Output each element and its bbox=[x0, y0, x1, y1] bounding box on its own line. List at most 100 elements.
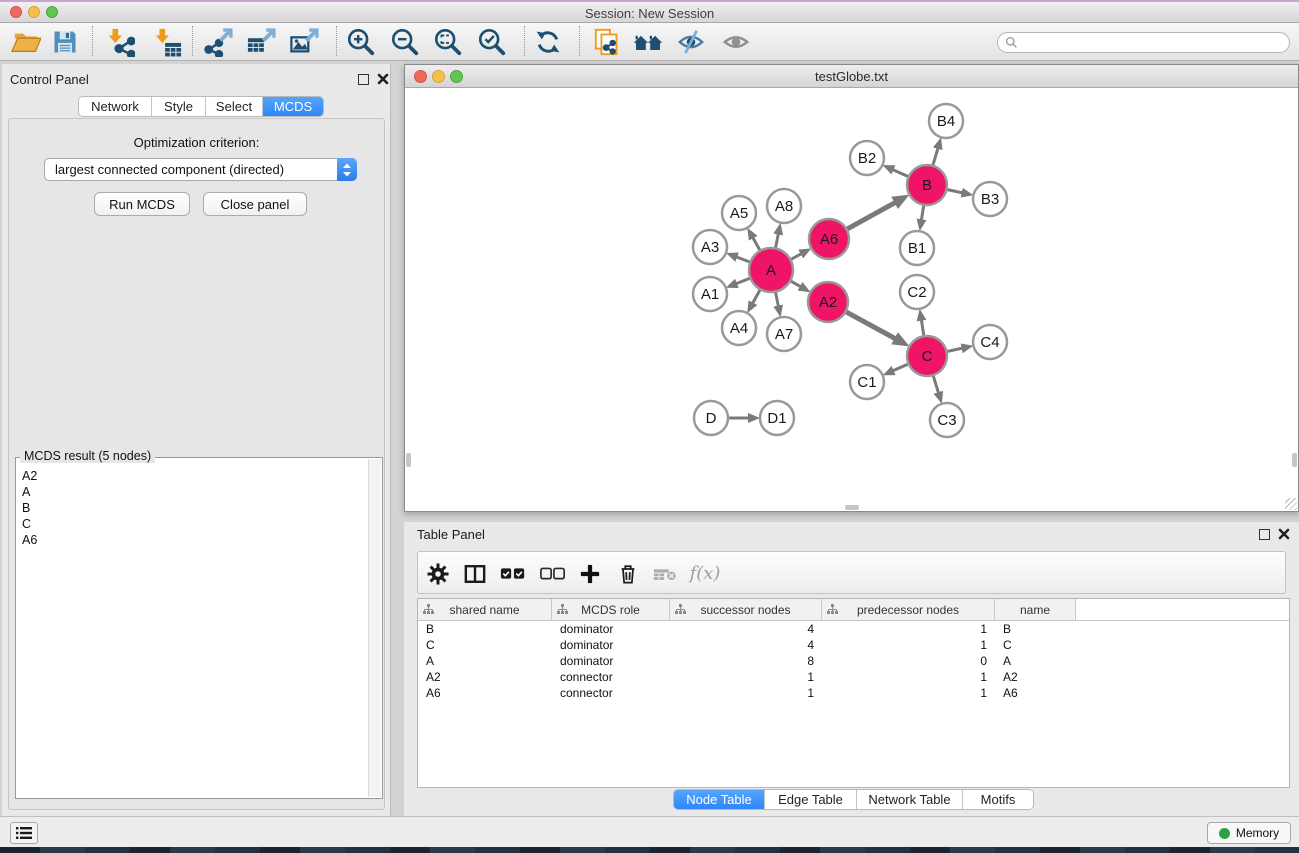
table-cell[interactable]: connector bbox=[552, 670, 670, 684]
clone-network-icon[interactable] bbox=[592, 26, 624, 58]
graph-node-C[interactable]: C bbox=[907, 336, 947, 376]
table-row[interactable]: Bdominator41B bbox=[418, 621, 1289, 637]
table-cell[interactable]: 1 bbox=[822, 670, 995, 684]
table-cell[interactable]: C bbox=[418, 638, 552, 652]
float-table-panel-icon[interactable] bbox=[1259, 529, 1270, 540]
graph-node-A5[interactable]: A5 bbox=[722, 196, 756, 230]
close-table-panel-icon[interactable] bbox=[1278, 528, 1290, 540]
deselect-all-icon[interactable] bbox=[538, 552, 568, 595]
graph-node-A3[interactable]: A3 bbox=[693, 230, 727, 264]
mcds-result-item[interactable]: A2 bbox=[18, 468, 366, 484]
table-cell[interactable]: A2 bbox=[418, 670, 552, 684]
table-cell[interactable]: 1 bbox=[822, 622, 995, 636]
table-cell[interactable]: 4 bbox=[670, 638, 822, 652]
table-cell[interactable]: B bbox=[995, 622, 1076, 636]
task-history-button[interactable] bbox=[10, 822, 38, 844]
delete-table-icon[interactable] bbox=[650, 552, 680, 595]
table-cell[interactable]: dominator bbox=[552, 622, 670, 636]
column-header-MCDS-role[interactable]: MCDS role bbox=[552, 599, 670, 620]
graph-node-C2[interactable]: C2 bbox=[900, 275, 934, 309]
export-table-icon[interactable] bbox=[246, 26, 278, 58]
table-cell[interactable]: 1 bbox=[670, 686, 822, 700]
zoom-out-icon[interactable] bbox=[389, 26, 421, 58]
tab-network[interactable]: Network bbox=[79, 97, 152, 116]
network-window-titlebar[interactable]: testGlobe.txt bbox=[405, 65, 1298, 88]
column-header-shared-name[interactable]: shared name bbox=[418, 599, 552, 620]
search-input[interactable] bbox=[1022, 35, 1289, 51]
table-cell[interactable]: dominator bbox=[552, 638, 670, 652]
window-resize-grip[interactable] bbox=[1285, 498, 1297, 510]
export-network-icon[interactable] bbox=[203, 26, 235, 58]
graph-node-A6[interactable]: A6 bbox=[809, 219, 849, 259]
tab-motifs[interactable]: Motifs bbox=[963, 790, 1033, 809]
open-session-icon[interactable] bbox=[10, 26, 42, 58]
table-cell[interactable]: A6 bbox=[418, 686, 552, 700]
mcds-result-item[interactable]: A6 bbox=[18, 532, 366, 548]
mcds-result-list[interactable]: A2ABCA6 bbox=[18, 468, 366, 796]
function-builder-icon[interactable]: f(x) bbox=[690, 552, 720, 595]
tab-edge-table[interactable]: Edge Table bbox=[765, 790, 857, 809]
graph-edge-C-C3[interactable] bbox=[933, 376, 939, 394]
graph-edge-A-A2[interactable] bbox=[791, 281, 802, 287]
tab-node-table[interactable]: Node Table bbox=[674, 790, 765, 809]
graph-node-C3[interactable]: C3 bbox=[930, 403, 964, 437]
graph-edge-C-C1[interactable] bbox=[892, 364, 908, 371]
zoom-selected-icon[interactable] bbox=[476, 26, 508, 58]
table-row[interactable]: A2connector11A2 bbox=[418, 669, 1289, 685]
graph-edge-B-B2[interactable] bbox=[892, 169, 908, 176]
graph-edge-B-B3[interactable] bbox=[948, 190, 964, 194]
graph-node-B1[interactable]: B1 bbox=[900, 231, 934, 265]
export-image-icon[interactable] bbox=[289, 26, 321, 58]
graph-edge-A-A3[interactable] bbox=[735, 257, 749, 262]
zoom-in-icon[interactable] bbox=[345, 26, 377, 58]
memory-button[interactable]: Memory bbox=[1207, 822, 1291, 844]
table-cell[interactable]: C bbox=[995, 638, 1076, 652]
graph-node-A[interactable]: A bbox=[749, 248, 793, 292]
table-cell[interactable]: 0 bbox=[822, 654, 995, 668]
show-panels-icon[interactable] bbox=[720, 26, 752, 58]
table-cell[interactable]: 1 bbox=[822, 686, 995, 700]
table-cell[interactable]: A bbox=[995, 654, 1076, 668]
graph-edge-B-B1[interactable] bbox=[921, 206, 924, 222]
close-panel-button[interactable]: Close panel bbox=[203, 192, 307, 216]
search-box[interactable] bbox=[997, 32, 1290, 53]
table-cell[interactable]: A2 bbox=[995, 670, 1076, 684]
import-network-icon[interactable] bbox=[104, 26, 136, 58]
table-row[interactable]: Adominator80A bbox=[418, 653, 1289, 669]
graph-edge-A-A4[interactable] bbox=[752, 290, 760, 304]
graph-node-A7[interactable]: A7 bbox=[767, 317, 801, 351]
table-cell[interactable]: B bbox=[418, 622, 552, 636]
mcds-result-item[interactable]: B bbox=[18, 500, 366, 516]
table-row[interactable]: A6connector11A6 bbox=[418, 685, 1289, 701]
hide-panels-icon[interactable] bbox=[675, 26, 707, 58]
graph-edge-C-C2[interactable] bbox=[921, 319, 924, 336]
table-cell[interactable]: 8 bbox=[670, 654, 822, 668]
graph-scroll-left[interactable] bbox=[406, 453, 411, 467]
graph-scroll-bottom[interactable] bbox=[845, 505, 859, 510]
graph-scroll-right[interactable] bbox=[1292, 453, 1297, 467]
show-columns-icon[interactable] bbox=[460, 552, 490, 595]
import-table-icon[interactable] bbox=[151, 26, 183, 58]
tab-network-table[interactable]: Network Table bbox=[857, 790, 963, 809]
graph-node-A1[interactable]: A1 bbox=[693, 277, 727, 311]
graph-node-D1[interactable]: D1 bbox=[760, 401, 794, 435]
graph-edge-A2-C[interactable] bbox=[846, 312, 896, 339]
graph-node-B3[interactable]: B3 bbox=[973, 182, 1007, 216]
table-cell[interactable]: dominator bbox=[552, 654, 670, 668]
graph-edge-B-B4[interactable] bbox=[933, 147, 938, 165]
graph-node-C1[interactable]: C1 bbox=[850, 365, 884, 399]
tab-style[interactable]: Style bbox=[152, 97, 206, 116]
float-panel-icon[interactable] bbox=[358, 74, 369, 85]
graph-node-A2[interactable]: A2 bbox=[808, 282, 848, 322]
graph-node-A4[interactable]: A4 bbox=[722, 311, 756, 345]
graph-edge-A-A1[interactable] bbox=[735, 278, 750, 284]
graph-node-A8[interactable]: A8 bbox=[767, 189, 801, 223]
mcds-result-item[interactable]: C bbox=[18, 516, 366, 532]
graph-node-D[interactable]: D bbox=[694, 401, 728, 435]
graph-node-B4[interactable]: B4 bbox=[929, 104, 963, 138]
table-cell[interactable]: connector bbox=[552, 686, 670, 700]
table-row[interactable]: Cdominator41C bbox=[418, 637, 1289, 653]
table-cell[interactable]: A bbox=[418, 654, 552, 668]
table-cell[interactable]: 1 bbox=[822, 638, 995, 652]
tab-select[interactable]: Select bbox=[206, 97, 263, 116]
